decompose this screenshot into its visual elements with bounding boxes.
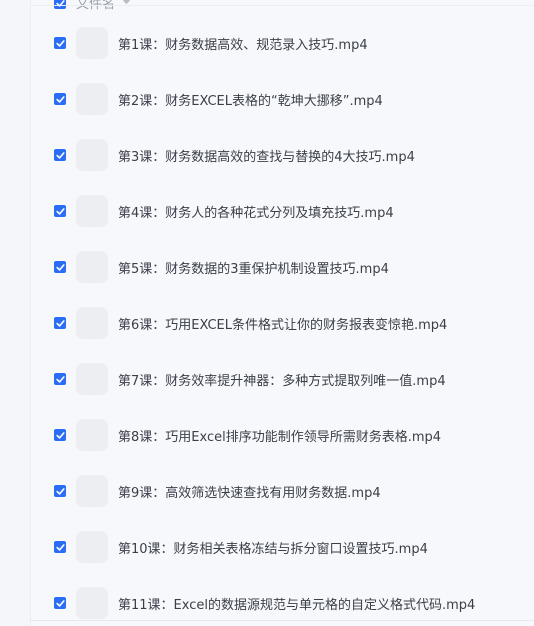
file-row[interactable]: 第6课：巧用EXCEL条件格式让你的财务报表变惊艳.mp4 — [31, 295, 534, 351]
file-checkbox[interactable] — [54, 37, 66, 49]
checkbox-checked-icon — [55, 319, 65, 327]
file-name[interactable]: 第8课：巧用Excel排序功能制作领导所需财务表格.mp4 — [118, 426, 441, 445]
file-name[interactable]: 第4课：财务人的各种花式分列及填充技巧.mp4 — [118, 202, 394, 221]
file-row[interactable]: 第2课：财务EXCEL表格的“乾坤大挪移”.mp4 — [31, 71, 534, 127]
file-name[interactable]: 第2课：财务EXCEL表格的“乾坤大挪移”.mp4 — [118, 90, 383, 109]
file-checkbox[interactable] — [54, 93, 66, 105]
file-checkbox[interactable] — [54, 485, 66, 497]
file-checkbox[interactable] — [54, 429, 66, 441]
filename-column-header[interactable]: 文件名 — [76, 0, 115, 12]
video-file-thumbnail-icon[interactable] — [76, 587, 108, 619]
file-checkbox[interactable] — [54, 205, 66, 217]
video-file-thumbnail-icon[interactable] — [76, 419, 108, 451]
checkbox-checked-icon — [55, 543, 65, 551]
video-file-thumbnail-icon[interactable] — [76, 531, 108, 563]
video-file-thumbnail-icon[interactable] — [76, 139, 108, 171]
file-row[interactable]: 第5课：财务数据的3重保护机制设置技巧.mp4 — [31, 239, 534, 295]
file-name[interactable]: 第9课：高效筛选快速查找有用财务数据.mp4 — [118, 482, 381, 501]
file-row[interactable]: 第10课：财务相关表格冻结与拆分窗口设置技巧.mp4 — [31, 519, 534, 575]
video-file-thumbnail-icon[interactable] — [76, 363, 108, 395]
checkbox-checked-icon — [55, 487, 65, 495]
file-checkbox[interactable] — [54, 541, 66, 553]
checkbox-checked-icon — [55, 0, 65, 7]
checkbox-checked-icon — [55, 207, 65, 215]
checkbox-checked-icon — [55, 263, 65, 271]
checkbox-checked-icon — [55, 95, 65, 103]
file-name[interactable]: 第10课：财务相关表格冻结与拆分窗口设置技巧.mp4 — [118, 538, 428, 557]
file-list: 第1课：财务数据高效、规范录入技巧.mp4 第2课：财务EXCEL表格的“乾坤大挪… — [31, 15, 534, 626]
file-row[interactable]: 第7课：财务效率提升神器：多种方式提取列唯一值.mp4 — [31, 351, 534, 407]
bottom-divider — [30, 620, 534, 621]
file-checkbox[interactable] — [54, 373, 66, 385]
video-file-thumbnail-icon[interactable] — [76, 195, 108, 227]
video-file-thumbnail-icon[interactable] — [76, 307, 108, 339]
file-name[interactable]: 第11课：Excel的数据源规范与单元格的自定义格式代码.mp4 — [118, 594, 475, 613]
file-row[interactable]: 第8课：巧用Excel排序功能制作领导所需财务表格.mp4 — [31, 407, 534, 463]
header-divider — [31, 5, 534, 6]
file-checkbox[interactable] — [54, 261, 66, 273]
file-row[interactable]: 第3课：财务数据高效的查找与替换的4大技巧.mp4 — [31, 127, 534, 183]
file-name[interactable]: 第1课：财务数据高效、规范录入技巧.mp4 — [118, 34, 368, 53]
file-list-panel: 文件名 ◆ 第1课：财务数据高效、规范录入技巧.mp4 第2课：财务EXCEL表格… — [31, 0, 534, 626]
file-name[interactable]: 第3课：财务数据高效的查找与替换的4大技巧.mp4 — [118, 146, 415, 165]
checkbox-checked-icon — [55, 375, 65, 383]
video-file-thumbnail-icon[interactable] — [76, 475, 108, 507]
checkbox-checked-icon — [55, 39, 65, 47]
file-checkbox[interactable] — [54, 149, 66, 161]
checkbox-checked-icon — [55, 151, 65, 159]
checkbox-checked-icon — [55, 431, 65, 439]
file-row[interactable]: 第9课：高效筛选快速查找有用财务数据.mp4 — [31, 463, 534, 519]
video-file-thumbnail-icon[interactable] — [76, 27, 108, 59]
left-sidebar-rail — [0, 0, 31, 626]
checkbox-checked-icon — [55, 599, 65, 607]
video-file-thumbnail-icon[interactable] — [76, 251, 108, 283]
video-file-thumbnail-icon[interactable] — [76, 83, 108, 115]
file-row[interactable]: 第4课：财务人的各种花式分列及填充技巧.mp4 — [31, 183, 534, 239]
file-name[interactable]: 第7课：财务效率提升神器：多种方式提取列唯一值.mp4 — [118, 370, 446, 389]
file-row[interactable]: 第1课：财务数据高效、规范录入技巧.mp4 — [31, 15, 534, 71]
file-name[interactable]: 第6课：巧用EXCEL条件格式让你的财务报表变惊艳.mp4 — [118, 314, 447, 333]
file-name[interactable]: 第5课：财务数据的3重保护机制设置技巧.mp4 — [118, 258, 389, 277]
file-row[interactable]: 第11课：Excel的数据源规范与单元格的自定义格式代码.mp4 — [31, 575, 534, 626]
file-list-header: 文件名 ◆ — [31, 0, 534, 15]
file-list-page: 文件名 ◆ 第1课：财务数据高效、规范录入技巧.mp4 第2课：财务EXCEL表格… — [0, 0, 534, 626]
file-checkbox[interactable] — [54, 597, 66, 609]
file-checkbox[interactable] — [54, 317, 66, 329]
